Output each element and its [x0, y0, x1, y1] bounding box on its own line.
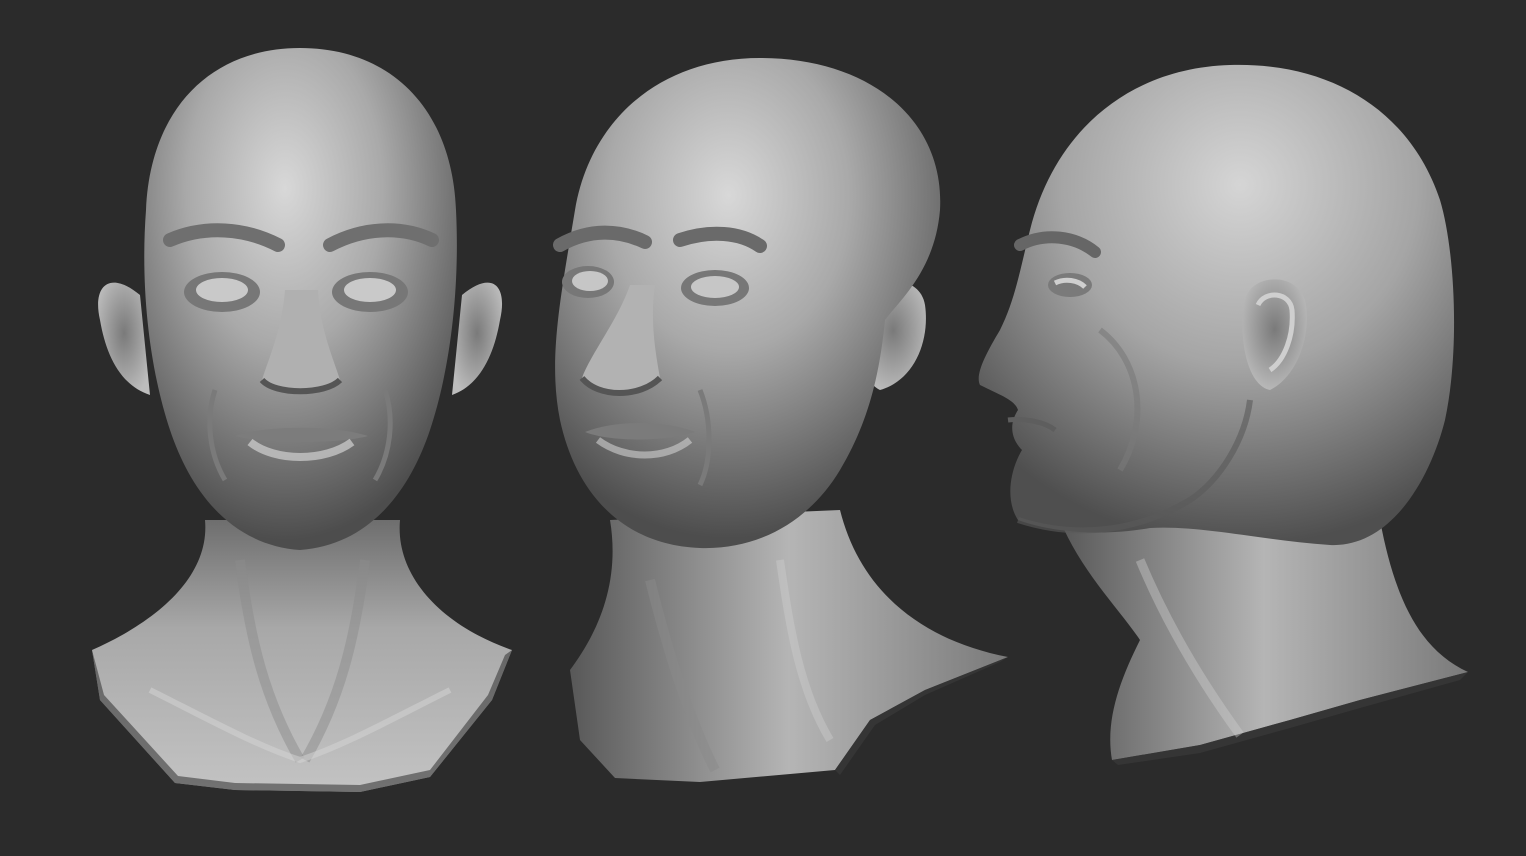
sculpt-head-profile-view [978, 64, 1468, 765]
front-ear-right [452, 282, 503, 395]
sculpt-head-front-view [92, 48, 512, 792]
profile-neck [1060, 520, 1468, 760]
tq-skull [555, 58, 941, 549]
sculpt-render-canvas [0, 0, 1526, 856]
render-svg [92, 48, 1468, 792]
tq-neck [570, 510, 1008, 782]
sculpt-head-three-quarter-view [553, 58, 1008, 782]
front-ear-left [98, 282, 150, 395]
